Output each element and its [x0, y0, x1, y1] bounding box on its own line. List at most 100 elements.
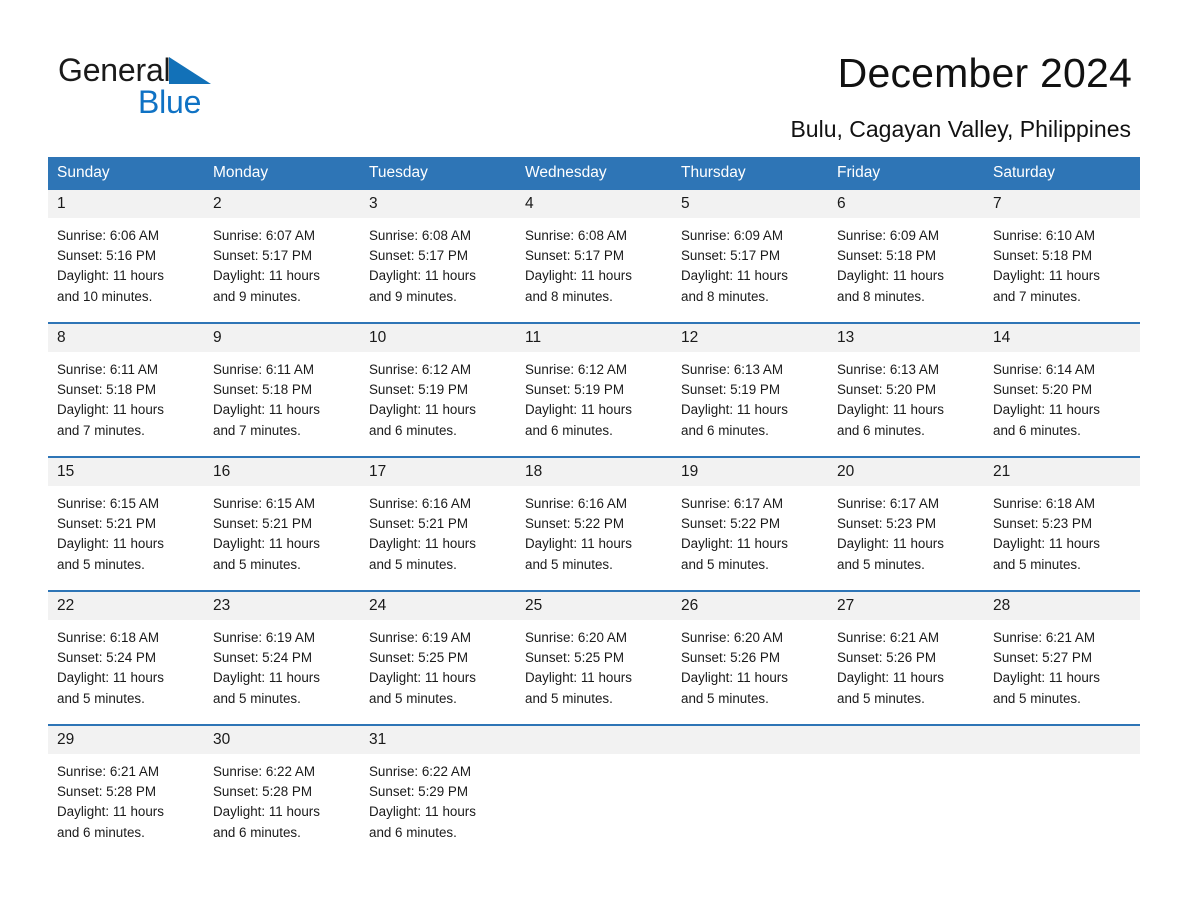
- day-number: 25: [516, 592, 672, 620]
- sunset-line: Sunset: 5:19 PM: [525, 382, 624, 398]
- sunset-line: Sunset: 5:18 PM: [57, 382, 156, 398]
- daylight-line-1: Daylight: 11 hours: [681, 268, 788, 284]
- daylight-line-1: Daylight: 11 hours: [525, 402, 632, 418]
- sunrise-line: Sunrise: 6:12 AM: [369, 362, 471, 377]
- calendar-day-cell[interactable]: 8 Sunrise: 6:11 AM Sunset: 5:18 PM Daylight…: [48, 322, 204, 457]
- calendar-week-row: 15 Sunrise: 6:15 AM Sunset: 5:21 PM Dayligh…: [48, 456, 1140, 591]
- sunrise-line: Sunrise: 6:18 AM: [993, 496, 1095, 511]
- calendar-day-cell[interactable]: 28 Sunrise: 6:21 AM Sunset: 5:27 PM Dayligh…: [984, 590, 1140, 725]
- day-number: 15: [48, 458, 204, 486]
- daylight-line-2: and 9 minutes.: [213, 288, 301, 304]
- calendar-day-cell[interactable]: 4 Sunrise: 6:08 AM Sunset: 5:17 PM Daylight…: [516, 190, 672, 323]
- day-details: Sunrise: 6:13 AM Sunset: 5:20 PM Daylight:…: [828, 352, 984, 456]
- calendar-day-cell[interactable]: 24 Sunrise: 6:19 AM Sunset: 5:25 PM Dayligh…: [360, 590, 516, 725]
- calendar-empty-cell: [828, 724, 984, 858]
- sunset-line: Sunset: 5:16 PM: [57, 248, 156, 264]
- calendar-head: Sunday Monday Tuesday Wednesday Thursday…: [48, 157, 1140, 190]
- day-details: [984, 754, 1140, 858]
- daylight-line-1: Daylight: 11 hours: [681, 670, 788, 686]
- daylight-line-1: Daylight: 11 hours: [993, 670, 1100, 686]
- calendar-day-cell[interactable]: 16 Sunrise: 6:15 AM Sunset: 5:21 PM Dayligh…: [204, 456, 360, 591]
- calendar-day-cell[interactable]: 6 Sunrise: 6:09 AM Sunset: 5:18 PM Daylight…: [828, 190, 984, 323]
- calendar-day-cell[interactable]: 29 Sunrise: 6:21 AM Sunset: 5:28 PM Dayligh…: [48, 724, 204, 858]
- day-details: Sunrise: 6:09 AM Sunset: 5:18 PM Daylight:…: [828, 218, 984, 322]
- daylight-line-2: and 5 minutes.: [525, 690, 613, 706]
- daylight-line-2: and 6 minutes.: [525, 422, 613, 438]
- day-number: 30: [204, 726, 360, 754]
- daylight-line-1: Daylight: 11 hours: [837, 670, 944, 686]
- calendar-day-cell[interactable]: 31 Sunrise: 6:22 AM Sunset: 5:29 PM Dayligh…: [360, 724, 516, 858]
- day-number: 6: [828, 190, 984, 218]
- day-number: 24: [360, 592, 516, 620]
- daylight-line-1: Daylight: 11 hours: [369, 536, 476, 552]
- calendar-day-cell[interactable]: 21 Sunrise: 6:18 AM Sunset: 5:23 PM Dayligh…: [984, 456, 1140, 591]
- calendar-day-cell[interactable]: 7 Sunrise: 6:10 AM Sunset: 5:18 PM Daylight…: [984, 190, 1140, 323]
- day-details: Sunrise: 6:18 AM Sunset: 5:24 PM Daylight:…: [48, 620, 204, 724]
- day-number: 8: [48, 324, 204, 352]
- calendar-day-cell[interactable]: 19 Sunrise: 6:17 AM Sunset: 5:22 PM Dayligh…: [672, 456, 828, 591]
- calendar-day-cell[interactable]: 17 Sunrise: 6:16 AM Sunset: 5:21 PM Dayligh…: [360, 456, 516, 591]
- daylight-line-1: Daylight: 11 hours: [993, 268, 1100, 284]
- daylight-line-2: and 5 minutes.: [525, 556, 613, 572]
- weekday-header-row: Sunday Monday Tuesday Wednesday Thursday…: [48, 157, 1140, 190]
- daylight-line-1: Daylight: 11 hours: [525, 670, 632, 686]
- daylight-line-2: and 5 minutes.: [837, 690, 925, 706]
- calendar-day-cell[interactable]: 11 Sunrise: 6:12 AM Sunset: 5:19 PM Dayligh…: [516, 322, 672, 457]
- daylight-line-1: Daylight: 11 hours: [57, 670, 164, 686]
- calendar-day-cell[interactable]: 10 Sunrise: 6:12 AM Sunset: 5:19 PM Dayligh…: [360, 322, 516, 457]
- calendar-day-cell[interactable]: 1 Sunrise: 6:06 AM Sunset: 5:16 PM Daylight…: [48, 190, 204, 323]
- sunset-line: Sunset: 5:18 PM: [213, 382, 312, 398]
- logo-bottom-row: Blue: [58, 85, 338, 119]
- calendar-day-cell[interactable]: 22 Sunrise: 6:18 AM Sunset: 5:24 PM Dayligh…: [48, 590, 204, 725]
- calendar-day-cell[interactable]: 3 Sunrise: 6:08 AM Sunset: 5:17 PM Daylight…: [360, 190, 516, 323]
- calendar-day-cell[interactable]: 20 Sunrise: 6:17 AM Sunset: 5:23 PM Dayligh…: [828, 456, 984, 591]
- calendar-day-cell[interactable]: 13 Sunrise: 6:13 AM Sunset: 5:20 PM Dayligh…: [828, 322, 984, 457]
- daylight-line-1: Daylight: 11 hours: [369, 670, 476, 686]
- day-number: 20: [828, 458, 984, 486]
- daylight-line-2: and 5 minutes.: [213, 556, 301, 572]
- sunrise-line: Sunrise: 6:14 AM: [993, 362, 1095, 377]
- day-number: 5: [672, 190, 828, 218]
- daylight-line-2: and 6 minutes.: [993, 422, 1081, 438]
- sunset-line: Sunset: 5:29 PM: [369, 784, 468, 800]
- calendar-day-cell[interactable]: 26 Sunrise: 6:20 AM Sunset: 5:26 PM Dayligh…: [672, 590, 828, 725]
- daylight-line-2: and 8 minutes.: [525, 288, 613, 304]
- day-number: 7: [984, 190, 1140, 218]
- calendar-day-cell[interactable]: 2 Sunrise: 6:07 AM Sunset: 5:17 PM Daylight…: [204, 190, 360, 323]
- general-blue-logo[interactable]: General Blue: [58, 52, 338, 120]
- sunset-line: Sunset: 5:17 PM: [213, 248, 312, 264]
- sunrise-line: Sunrise: 6:08 AM: [525, 228, 627, 243]
- calendar-day-cell[interactable]: 23 Sunrise: 6:19 AM Sunset: 5:24 PM Dayligh…: [204, 590, 360, 725]
- calendar-week-row: 22 Sunrise: 6:18 AM Sunset: 5:24 PM Dayligh…: [48, 590, 1140, 725]
- sunrise-line: Sunrise: 6:13 AM: [837, 362, 939, 377]
- calendar-day-cell[interactable]: 15 Sunrise: 6:15 AM Sunset: 5:21 PM Dayligh…: [48, 456, 204, 591]
- calendar-table: Sunday Monday Tuesday Wednesday Thursday…: [48, 157, 1140, 858]
- day-details: Sunrise: 6:21 AM Sunset: 5:27 PM Daylight:…: [984, 620, 1140, 724]
- day-number: 28: [984, 592, 1140, 620]
- sunrise-line: Sunrise: 6:22 AM: [369, 764, 471, 779]
- calendar-day-cell[interactable]: 25 Sunrise: 6:20 AM Sunset: 5:25 PM Dayligh…: [516, 590, 672, 725]
- calendar-day-cell[interactable]: 27 Sunrise: 6:21 AM Sunset: 5:26 PM Dayligh…: [828, 590, 984, 725]
- calendar-empty-cell: [672, 724, 828, 858]
- sunset-line: Sunset: 5:22 PM: [525, 516, 624, 532]
- day-number: 23: [204, 592, 360, 620]
- sunrise-line: Sunrise: 6:21 AM: [57, 764, 159, 779]
- sunset-line: Sunset: 5:25 PM: [525, 650, 624, 666]
- daylight-line-1: Daylight: 11 hours: [213, 670, 320, 686]
- daylight-line-1: Daylight: 11 hours: [369, 804, 476, 820]
- daylight-line-1: Daylight: 11 hours: [993, 402, 1100, 418]
- calendar-day-cell[interactable]: 9 Sunrise: 6:11 AM Sunset: 5:18 PM Daylight…: [204, 322, 360, 457]
- sunrise-line: Sunrise: 6:17 AM: [837, 496, 939, 511]
- day-number: 27: [828, 592, 984, 620]
- logo-word-blue: Blue: [138, 84, 202, 120]
- calendar-body: 1 Sunrise: 6:06 AM Sunset: 5:16 PM Daylight…: [48, 190, 1140, 858]
- daylight-line-2: and 5 minutes.: [993, 690, 1081, 706]
- calendar-day-cell[interactable]: 18 Sunrise: 6:16 AM Sunset: 5:22 PM Dayligh…: [516, 456, 672, 591]
- calendar-day-cell[interactable]: 12 Sunrise: 6:13 AM Sunset: 5:19 PM Dayligh…: [672, 322, 828, 457]
- calendar-day-cell[interactable]: 30 Sunrise: 6:22 AM Sunset: 5:28 PM Dayligh…: [204, 724, 360, 858]
- day-number: 9: [204, 324, 360, 352]
- day-details: Sunrise: 6:22 AM Sunset: 5:29 PM Daylight:…: [360, 754, 516, 858]
- calendar-day-cell[interactable]: 5 Sunrise: 6:09 AM Sunset: 5:17 PM Daylight…: [672, 190, 828, 323]
- daylight-line-2: and 7 minutes.: [993, 288, 1081, 304]
- calendar-day-cell[interactable]: 14 Sunrise: 6:14 AM Sunset: 5:20 PM Dayligh…: [984, 322, 1140, 457]
